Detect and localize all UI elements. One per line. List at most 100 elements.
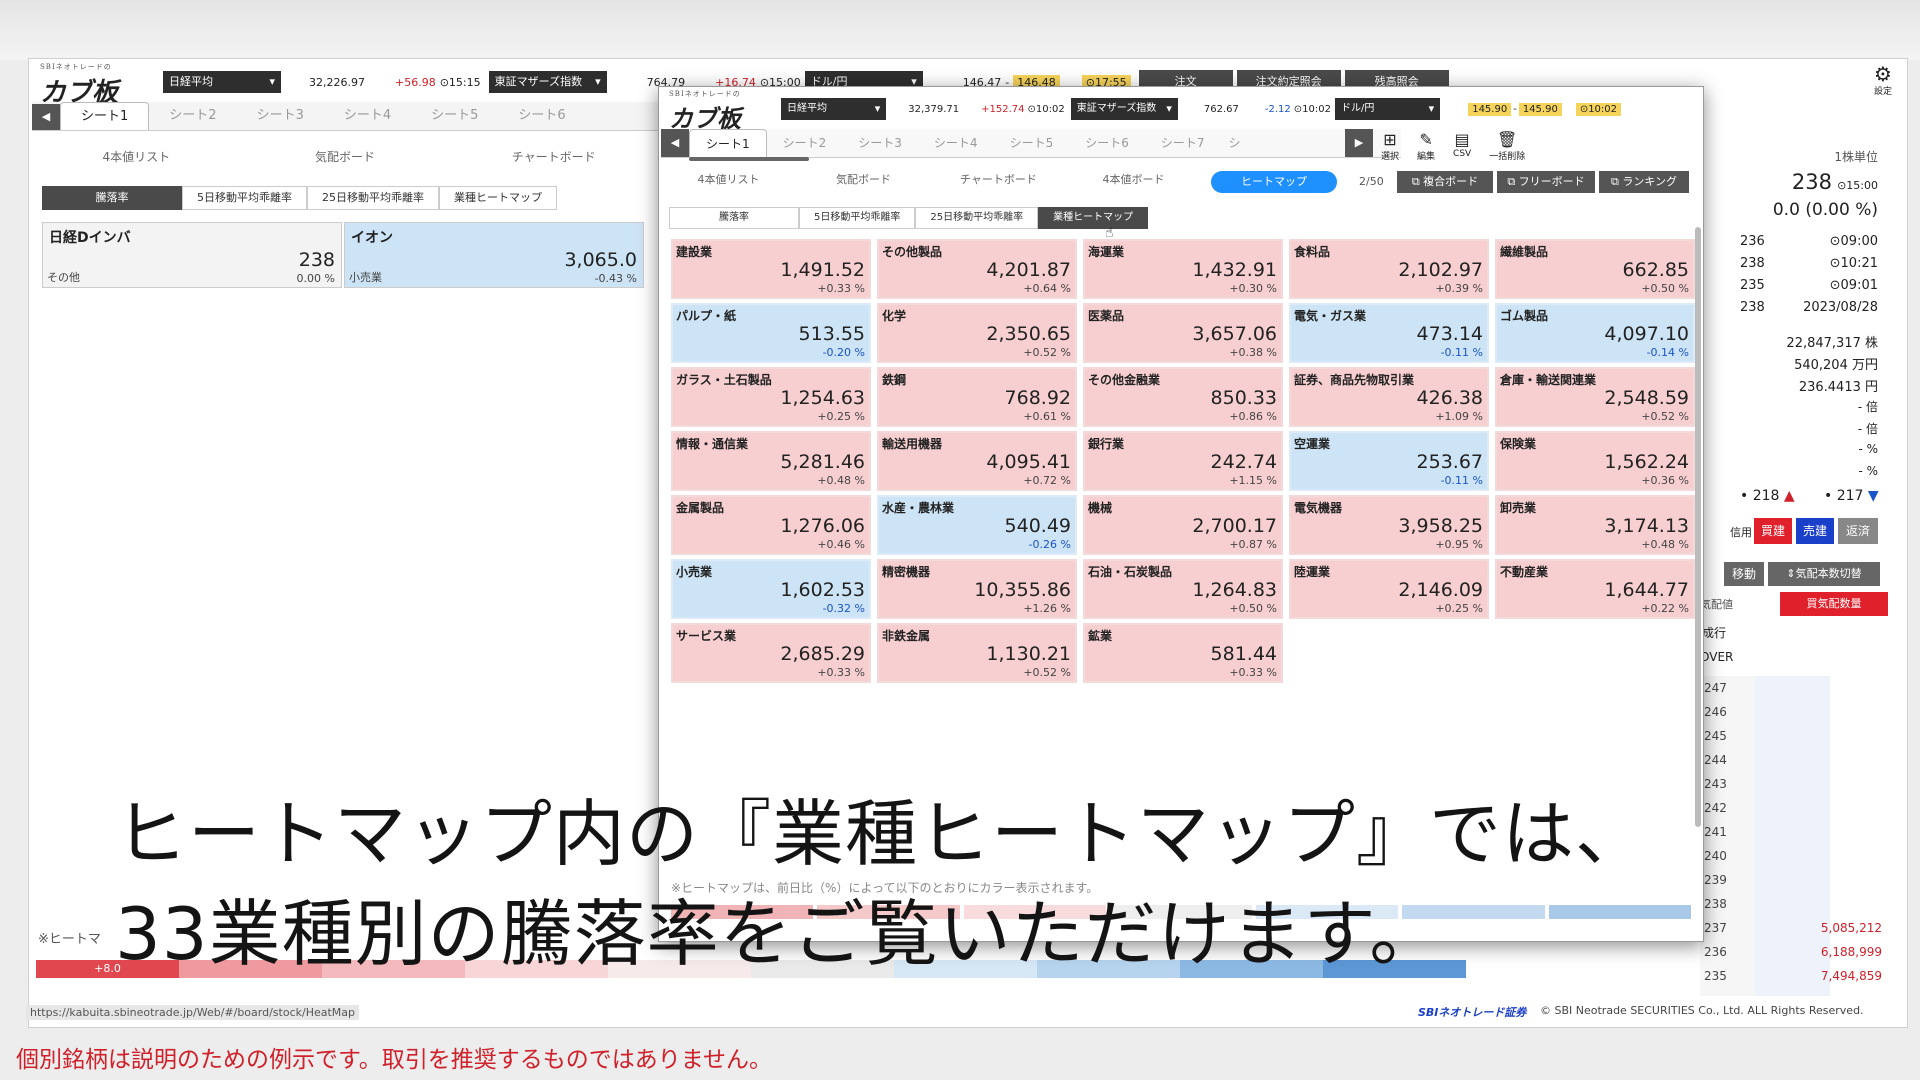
change-value: 0.0: [1772, 200, 1800, 220]
vwap-value: 236.4413 円: [1798, 380, 1878, 395]
bg-tab[interactable]: シート1: [60, 102, 150, 130]
fg-subnav-item[interactable]: 気配ボード: [796, 171, 931, 187]
ranking-button[interactable]: ⧉ ランキング: [1599, 171, 1689, 193]
bg-index1-select[interactable]: 日経平均: [163, 71, 281, 93]
heatmap-tile[interactable]: 銀行業 242.74 +1.15 %: [1083, 431, 1283, 491]
heatmap-tile[interactable]: 医薬品 3,657.06 +0.38 %: [1083, 303, 1283, 363]
fg-tab[interactable]: シート1: [689, 129, 767, 157]
heatmap-tile[interactable]: 海運業 1,432.91 +0.30 %: [1083, 239, 1283, 299]
heatmap-tile[interactable]: 卸売業 3,174.13 +0.48 %: [1495, 495, 1695, 555]
ladder-row[interactable]: 245: [1700, 724, 1890, 750]
heatmap-tile[interactable]: 建設業 1,491.52 +0.33 %: [671, 239, 871, 299]
bg-index2-select[interactable]: 東証マザーズ指数: [488, 71, 607, 93]
fg-tab[interactable]: シート5: [994, 129, 1070, 157]
ladder-row[interactable]: 247: [1700, 676, 1890, 702]
last-price: 238: [1791, 170, 1832, 194]
move-button[interactable]: 移動: [1724, 562, 1764, 586]
fg-subnav-item[interactable]: チャートボード: [931, 171, 1066, 187]
bg-seg-item[interactable]: 5日移動平均乖離率: [182, 186, 307, 210]
fg-seg-item[interactable]: 騰落率: [669, 207, 799, 229]
heatmap-tile[interactable]: ガラス・土石製品 1,254.63 +0.25 %: [671, 367, 871, 427]
heatmap-tile[interactable]: 輸送用機器 4,095.41 +0.72 %: [877, 431, 1077, 491]
heatmap-tile[interactable]: 情報・通信業 5,281.46 +0.48 %: [671, 431, 871, 491]
fg-tab[interactable]: シート4: [918, 129, 994, 157]
ladder-row[interactable]: 246: [1700, 700, 1890, 726]
fg-index2-select[interactable]: 東証マザーズ指数: [1070, 98, 1178, 120]
heatmap-tile[interactable]: 電気機器 3,958.25 +0.95 %: [1289, 495, 1489, 555]
heatmap-tile[interactable]: 小売業 1,602.53 -0.32 %: [671, 559, 871, 619]
fg-tab[interactable]: シート3: [842, 129, 918, 157]
heatmap-tile[interactable]: 倉庫・輸送関連業 2,548.59 +0.52 %: [1495, 367, 1695, 427]
col-buyqty-header: 買気配数量: [1780, 592, 1888, 616]
free-board-button[interactable]: ⧉ フリーボード: [1497, 171, 1595, 193]
fg-seg-item[interactable]: 25日移動平均乖離率: [915, 207, 1039, 229]
fg-fx-select[interactable]: ドル/円: [1334, 98, 1441, 120]
heatmap-tile[interactable]: 石油・石炭製品 1,264.83 +0.50 %: [1083, 559, 1283, 619]
logo-tagline: SBIネオトレードの: [40, 63, 112, 71]
heatmap-tile[interactable]: 精密機器 10,355.86 +1.26 %: [877, 559, 1077, 619]
fg-subnav-item[interactable]: 4本値リスト: [661, 171, 796, 187]
fg-tab[interactable]: シ: [1220, 129, 1248, 157]
edit-tool[interactable]: ✎ 編集: [1417, 131, 1435, 163]
fg-tab-scrollbar[interactable]: [689, 157, 809, 161]
fg-tab[interactable]: シート2: [767, 129, 843, 157]
bulk-delete-tool[interactable]: 🗑 一括削除: [1489, 131, 1525, 163]
heatmap-tile[interactable]: 化学 2,350.65 +0.52 %: [877, 303, 1077, 363]
heatmap-tile[interactable]: 空運業 253.67 -0.11 %: [1289, 431, 1489, 491]
fg-tab[interactable]: シート6: [1069, 129, 1145, 157]
fg-tab-next-button[interactable]: ▶: [1345, 129, 1373, 157]
fg-heatmap-tab[interactable]: ヒートマップ: [1211, 171, 1337, 193]
heatmap-tile[interactable]: 非鉄金属 1,130.21 +0.52 %: [877, 623, 1077, 683]
bg-tab[interactable]: シート6: [498, 102, 585, 130]
bg-subnav-item[interactable]: 4本値リスト: [32, 148, 241, 165]
bg-tab-prev-button[interactable]: ◀: [32, 104, 60, 130]
heatmap-tile[interactable]: パルプ・紙 513.55 -0.20 %: [671, 303, 871, 363]
buy-button[interactable]: 買建: [1754, 518, 1792, 544]
ladder-row[interactable]: 244: [1700, 748, 1890, 774]
heatmap-tile[interactable]: その他製品 4,201.87 +0.64 %: [877, 239, 1077, 299]
heatmap-tile[interactable]: 金属製品 1,276.06 +0.46 %: [671, 495, 871, 555]
fg-tab-prev-button[interactable]: ◀: [661, 129, 689, 157]
csv-tool[interactable]: ▤ CSV: [1453, 131, 1471, 162]
heatmap-tile[interactable]: 食料品 2,102.97 +0.39 %: [1289, 239, 1489, 299]
bg-tab[interactable]: シート3: [237, 102, 324, 130]
heatmap-tile[interactable]: 保険業 1,562.24 +0.36 %: [1495, 431, 1695, 491]
heatmap-tile[interactable]: 証券、商品先物取引業 426.38 +1.09 %: [1289, 367, 1489, 427]
fg-index1-select[interactable]: 日経平均: [781, 98, 887, 120]
heatmap-tile[interactable]: 陸運業 2,146.09 +0.25 %: [1289, 559, 1489, 619]
heatmap-tile[interactable]: 不動産業 1,644.77 +0.22 %: [1495, 559, 1695, 619]
heatmap-tile[interactable]: 電気・ガス業 473.14 -0.11 %: [1289, 303, 1489, 363]
fg-seg-item[interactable]: 5日移動平均乖離率: [799, 207, 916, 229]
tile-index-value: 2,350.65: [986, 323, 1071, 345]
repay-button[interactable]: 返済: [1838, 518, 1878, 544]
tile-sector-name: 情報・通信業: [676, 437, 749, 451]
ratio-row: - %: [1858, 464, 1878, 478]
fg-subnav-item[interactable]: 4本値ボード: [1066, 171, 1201, 187]
bg-tab[interactable]: シート4: [324, 102, 411, 130]
heatmap-tile[interactable]: 鉄鋼 768.92 +0.61 %: [877, 367, 1077, 427]
depth-switch-button[interactable]: ⇕気配本数切替: [1768, 562, 1880, 586]
bg-tab[interactable]: シート2: [149, 102, 236, 130]
sell-button[interactable]: 売建: [1796, 518, 1834, 544]
settings-button[interactable]: ⚙ 設定: [1868, 64, 1898, 97]
bg-stock-card[interactable]: イオン 3,065.0 小売業 -0.43 %: [344, 222, 644, 288]
heatmap-tile[interactable]: 機械 2,700.17 +0.87 %: [1083, 495, 1283, 555]
heatmap-tile[interactable]: サービス業 2,685.29 +0.33 %: [671, 623, 871, 683]
bg-seg-item[interactable]: 25日移動平均乖離率: [307, 186, 439, 210]
fg-seg-item[interactable]: 業種ヒートマップ: [1038, 207, 1149, 229]
heatmap-tile[interactable]: その他金融業 850.33 +0.86 %: [1083, 367, 1283, 427]
select-tool[interactable]: ⊞ 選択: [1381, 131, 1399, 163]
bg-seg-item[interactable]: 業種ヒートマップ: [439, 186, 557, 210]
bg-tab[interactable]: シート5: [411, 102, 498, 130]
fg-scrollbar[interactable]: [1695, 227, 1701, 827]
fg-tab[interactable]: シート7: [1145, 129, 1221, 157]
bg-subnav-item[interactable]: 気配ボード: [241, 148, 450, 165]
heatmap-tile[interactable]: 水産・農林業 540.49 -0.26 %: [877, 495, 1077, 555]
heatmap-tile[interactable]: 繊維製品 662.85 +0.50 %: [1495, 239, 1695, 299]
composite-board-button[interactable]: ⧉ 複合ボード: [1397, 171, 1493, 193]
bg-stock-card[interactable]: 日経Dインバ 238 その他 0.00 %: [42, 222, 342, 288]
heatmap-tile[interactable]: 鉱業 581.44 +0.33 %: [1083, 623, 1283, 683]
heatmap-tile[interactable]: ゴム製品 4,097.10 -0.14 %: [1495, 303, 1695, 363]
bg-subnav-item[interactable]: チャートボード: [449, 148, 658, 165]
bg-seg-item[interactable]: 騰落率: [42, 186, 182, 210]
